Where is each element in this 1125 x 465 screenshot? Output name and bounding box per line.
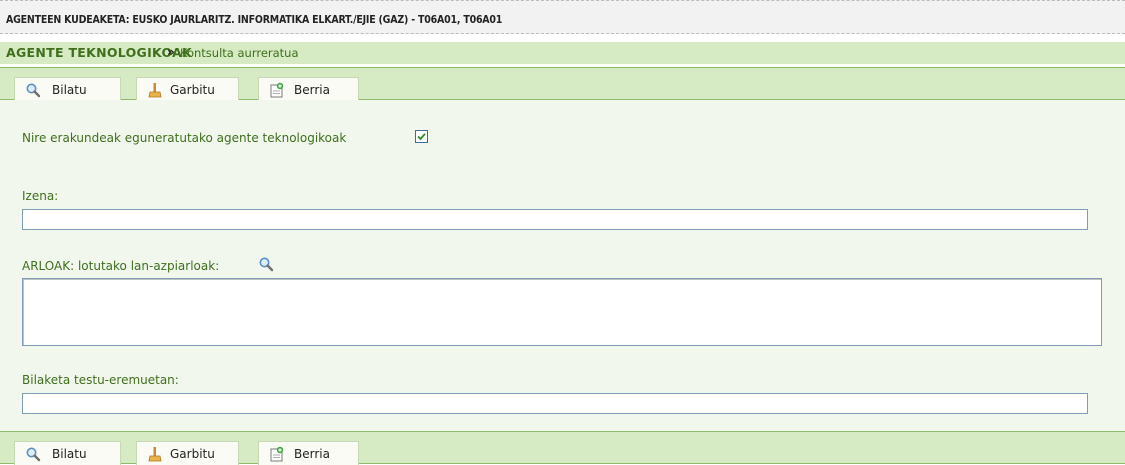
clear-button-label: Garbitu (170, 83, 215, 97)
app-header: AGENTEEN KUDEAKETA: EUSKO JAURLARITZ. IN… (0, 0, 1125, 34)
clear-button[interactable]: Garbitu (136, 77, 239, 101)
name-input[interactable] (22, 209, 1088, 230)
search-button[interactable]: Bilatu (14, 77, 121, 101)
search-button-label: Bilatu (52, 83, 87, 97)
checkmark-icon (417, 133, 426, 141)
magnifier-icon (26, 83, 41, 98)
breadcrumb-separator: » (167, 45, 175, 59)
areas-textarea[interactable] (22, 278, 1102, 346)
new-document-icon (270, 82, 284, 98)
name-label: Izena: (22, 189, 59, 203)
search-button-bottom[interactable]: Bilatu (14, 441, 121, 465)
text-search-label: Bilaketa testu-eremuetan: (22, 373, 179, 387)
new-button[interactable]: Berria (258, 77, 359, 101)
toolbar-top: Bilatu Garbitu Berria (0, 67, 1125, 101)
search-button-label: Bilatu (52, 447, 87, 461)
broom-icon (148, 447, 162, 462)
new-button-label: Berria (294, 83, 330, 97)
toolbar-bottom: Bilatu Garbitu Berria (0, 431, 1125, 465)
areas-label: ARLOAK: lotutako lan-azpiarloak: (22, 259, 220, 273)
broom-icon (148, 83, 162, 98)
app-title: AGENTEEN KUDEAKETA: EUSKO JAURLARITZ. IN… (6, 14, 503, 26)
breadcrumb-page: Kontsulta aurreratua (180, 46, 299, 60)
new-button-label: Berria (294, 447, 330, 461)
breadcrumb-section: AGENTE TEKNOLOGIKOAK (6, 45, 193, 60)
clear-button-label: Garbitu (170, 447, 215, 461)
text-search-input[interactable] (22, 393, 1088, 414)
new-document-icon (270, 446, 284, 462)
own-agents-label: Nire erakundeak eguneratutako agente tek… (22, 131, 347, 145)
new-button-bottom[interactable]: Berria (258, 441, 359, 465)
magnifier-icon (26, 447, 41, 462)
clear-button-bottom[interactable]: Garbitu (136, 441, 239, 465)
breadcrumb: AGENTE TEKNOLOGIKOAK » Kontsulta aurrera… (0, 42, 1125, 64)
areas-search-icon[interactable] (258, 256, 274, 272)
own-agents-checkbox[interactable] (415, 130, 428, 143)
